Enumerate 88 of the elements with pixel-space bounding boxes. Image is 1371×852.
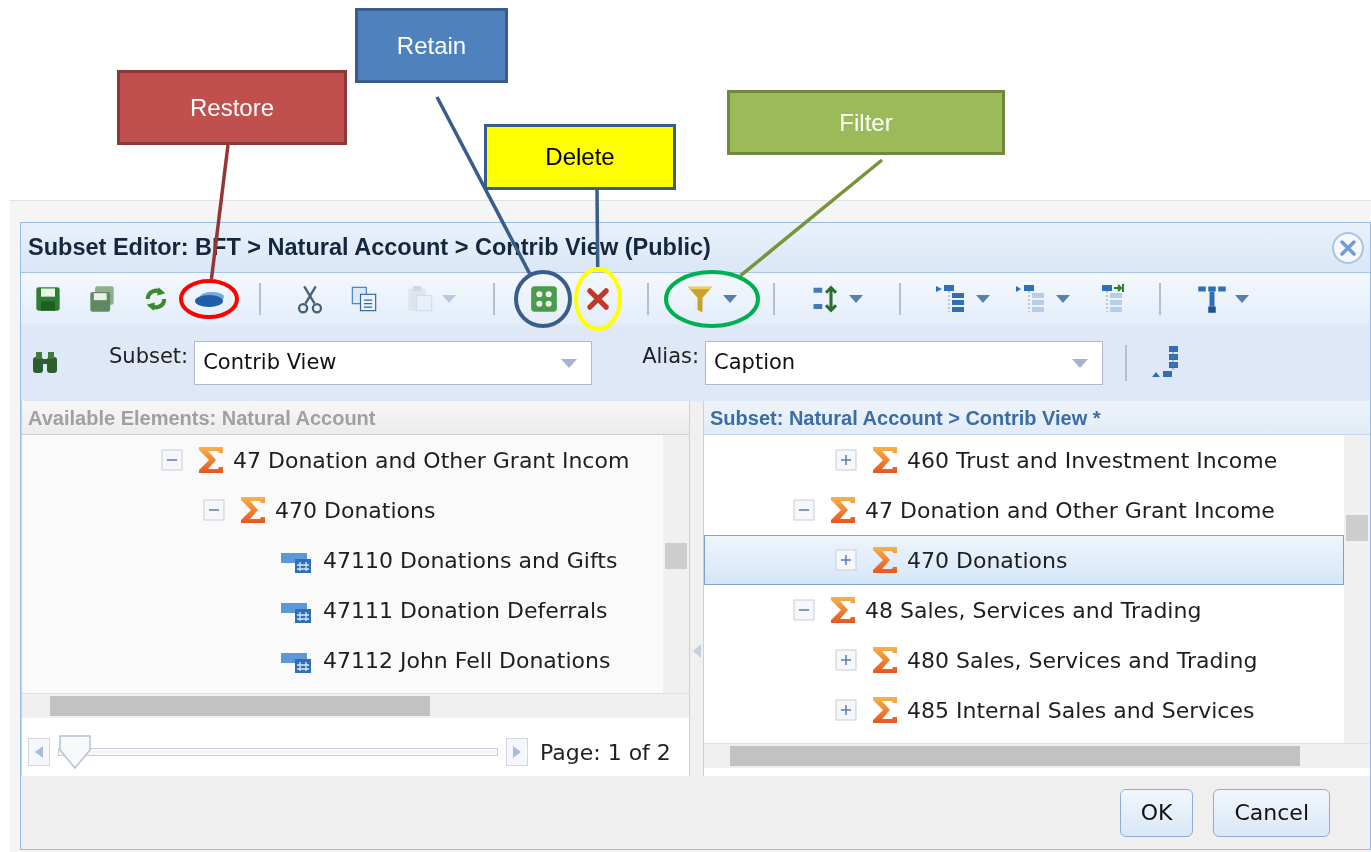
close-button[interactable]: [1330, 229, 1366, 266]
tree-item-label: 460 Trust and Investment Income: [907, 446, 1278, 475]
delete-icon: [584, 285, 612, 313]
tree-row[interactable]: 460 Trust and Investment Income: [704, 435, 1344, 485]
callout-label: Delete: [484, 124, 676, 190]
horizontal-scrollbar[interactable]: [22, 693, 689, 718]
save-icon: [34, 285, 62, 313]
tree-row[interactable]: 47 Donation and Other Grant Incom: [22, 435, 663, 485]
caret-icon: [1235, 295, 1249, 303]
tree-item-label: 470 Donations: [275, 496, 436, 525]
slider-thumb[interactable]: [58, 734, 92, 770]
tree-item-label: 48 Sales, Services and Trading: [865, 596, 1202, 625]
copy-icon: [350, 285, 378, 313]
highlight-ring: [514, 270, 572, 328]
cut-icon: [296, 284, 324, 314]
caret-icon: [442, 295, 456, 303]
caret-icon: [561, 358, 578, 368]
cancel-button[interactable]: Cancel: [1213, 788, 1330, 837]
four-dot-grid-icon: [530, 285, 558, 313]
tree-item-label: 47111 Donation Deferrals: [323, 596, 608, 625]
scrollbar-thumb[interactable]: [730, 746, 1300, 766]
scrollbar-thumb[interactable]: [50, 696, 430, 716]
ok-button[interactable]: OK: [1119, 788, 1194, 837]
panel-header: Subset: Natural Account > Contrib View *: [704, 401, 1370, 435]
collapse-icon[interactable]: [161, 449, 183, 471]
tree-row[interactable]: 470 Donations: [22, 485, 663, 535]
caret-icon: [849, 295, 863, 303]
collapse-icon[interactable]: [793, 499, 815, 521]
stacked-discs-icon: [193, 289, 227, 309]
expand-icon[interactable]: [835, 549, 857, 571]
sigma-icon: [829, 595, 857, 625]
previous-page-button[interactable]: [28, 738, 50, 766]
highlight-ring: [574, 267, 622, 331]
vertical-scrollbar[interactable]: [1344, 435, 1370, 743]
paste-icon: [406, 285, 434, 313]
next-arrow-icon: [513, 746, 521, 758]
tree-item-label: 470 Donations: [907, 546, 1068, 575]
callout-label: Retain: [355, 8, 508, 83]
tree-row[interactable]: 47 Donation and Other Grant Income: [704, 485, 1344, 535]
binoculars-icon: [31, 351, 59, 375]
caret-icon: [1056, 295, 1070, 303]
tree-item-label: 47110 Donations and Gifts: [323, 546, 618, 575]
scrollbar-thumb[interactable]: [665, 543, 687, 569]
vertical-scrollbar[interactable]: [663, 435, 689, 693]
tree-row[interactable]: 480 Sales, Services and Trading: [704, 635, 1344, 685]
tree-row[interactable]: 48 Sales, Services and Trading: [704, 585, 1344, 635]
scrollbar-thumb[interactable]: [1346, 515, 1368, 541]
sigma-icon: [871, 645, 899, 675]
splitter-bar[interactable]: [689, 401, 704, 776]
horizontal-scrollbar[interactable]: [704, 743, 1370, 768]
page-indicator: Page: 1 of 2: [540, 738, 671, 767]
sigma-icon: [239, 495, 267, 525]
tree-item-label: 47 Donation and Other Grant Income: [865, 496, 1275, 525]
next-page-button[interactable]: [506, 738, 528, 766]
sigma-icon: [829, 495, 857, 525]
sigma-icon: [871, 545, 899, 575]
collapse-arrow-icon: [692, 644, 701, 658]
save-all-icon: [88, 285, 116, 313]
panel-header: Available Elements: Natural Account: [22, 401, 689, 435]
tree-row[interactable]: 485 Internal Sales and Services: [704, 685, 1344, 735]
callout-label: Restore: [117, 70, 347, 145]
hierarchy-icon: [1197, 284, 1227, 314]
tree-row[interactable]: 47112 John Fell Donations: [22, 635, 663, 685]
collapse-icon[interactable]: [793, 599, 815, 621]
tree-row[interactable]: 47111 Donation Deferrals: [22, 585, 663, 635]
alias-dropdown[interactable]: Caption: [705, 341, 1104, 385]
caret-icon: [723, 295, 737, 303]
previous-arrow-icon: [35, 746, 43, 758]
tree-row[interactable]: 470 Donations: [704, 535, 1344, 585]
tree-row[interactable]: 47110 Donations and Gifts: [22, 535, 663, 585]
subset-dropdown[interactable]: Contrib View: [194, 341, 593, 385]
tree-item-label: 485 Internal Sales and Services: [907, 696, 1255, 725]
sigma-icon: [871, 695, 899, 725]
alias-label: Alias:: [642, 343, 700, 371]
tree-item-label: 47 Donation and Other Grant Incom: [233, 446, 630, 475]
highlight-ring: [179, 279, 239, 319]
expand-icon[interactable]: [835, 649, 857, 671]
tree-item-label: 47112 John Fell Donations: [323, 646, 611, 675]
sigma-icon: [197, 445, 225, 475]
tree-item-label: 480 Sales, Services and Trading: [907, 646, 1258, 675]
caret-icon: [976, 295, 990, 303]
expand-icon[interactable]: [835, 449, 857, 471]
caret-icon: [1072, 358, 1089, 368]
collapse-icon[interactable]: [203, 499, 225, 521]
subset-label: Subset:: [109, 343, 189, 371]
sigma-icon: [871, 445, 899, 475]
expand-icon[interactable]: [835, 699, 857, 721]
callout-label: Filter: [727, 90, 1005, 155]
